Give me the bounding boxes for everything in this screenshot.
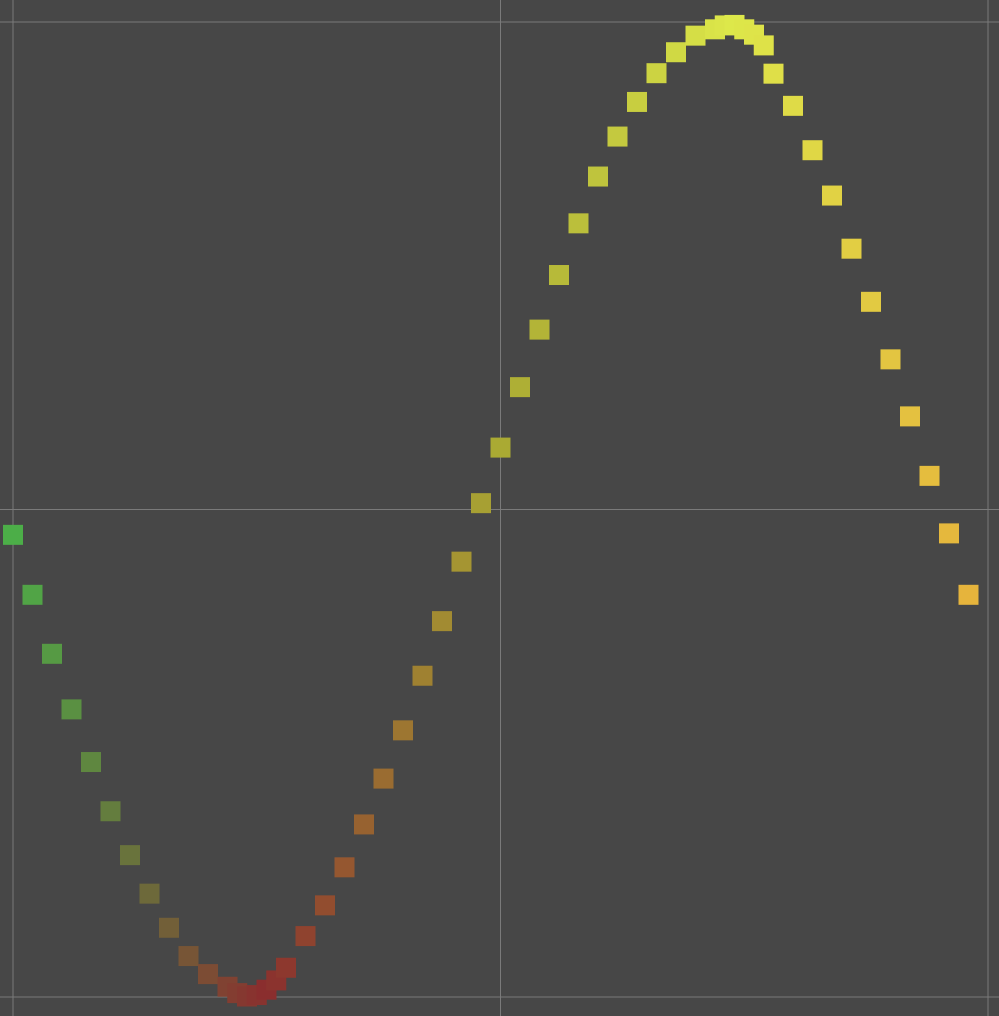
data-point <box>490 437 511 458</box>
data-point <box>81 752 101 773</box>
data-point <box>763 63 784 84</box>
data-point <box>295 926 316 947</box>
data-point <box>276 957 296 978</box>
data-point <box>958 584 979 605</box>
data-point <box>22 584 43 605</box>
data-point <box>178 946 199 967</box>
data-point <box>159 917 179 938</box>
data-point <box>822 185 842 206</box>
data-point <box>568 213 589 234</box>
data-point <box>939 523 959 544</box>
data-point <box>685 25 706 46</box>
data-point <box>61 699 82 720</box>
data-point <box>334 857 355 878</box>
data-point <box>802 140 823 161</box>
scatter-plot <box>0 0 999 1016</box>
data-point <box>549 265 569 286</box>
data-point <box>529 319 550 340</box>
data-point <box>139 883 160 904</box>
data-point <box>753 35 774 56</box>
data-point <box>919 465 940 486</box>
data-point <box>900 406 920 427</box>
data-point <box>100 801 121 822</box>
data-point <box>880 349 901 370</box>
data-point <box>3 524 23 545</box>
data-point <box>607 126 628 147</box>
data-point <box>42 643 62 664</box>
data-point <box>861 291 881 312</box>
data-point <box>646 63 667 84</box>
data-point <box>315 895 335 916</box>
data-point <box>451 551 472 572</box>
data-point <box>588 166 608 187</box>
data-point <box>510 377 530 398</box>
data-point <box>627 91 647 112</box>
data-point <box>471 493 491 514</box>
data-point <box>666 42 686 63</box>
data-point <box>120 845 140 866</box>
data-point <box>412 665 433 686</box>
data-point <box>841 238 862 259</box>
data-point <box>783 95 803 116</box>
data-point <box>432 611 452 632</box>
data-point <box>393 720 413 741</box>
data-point <box>198 964 218 985</box>
plot-background <box>0 0 999 1016</box>
data-point <box>354 814 374 835</box>
data-point <box>373 768 394 789</box>
